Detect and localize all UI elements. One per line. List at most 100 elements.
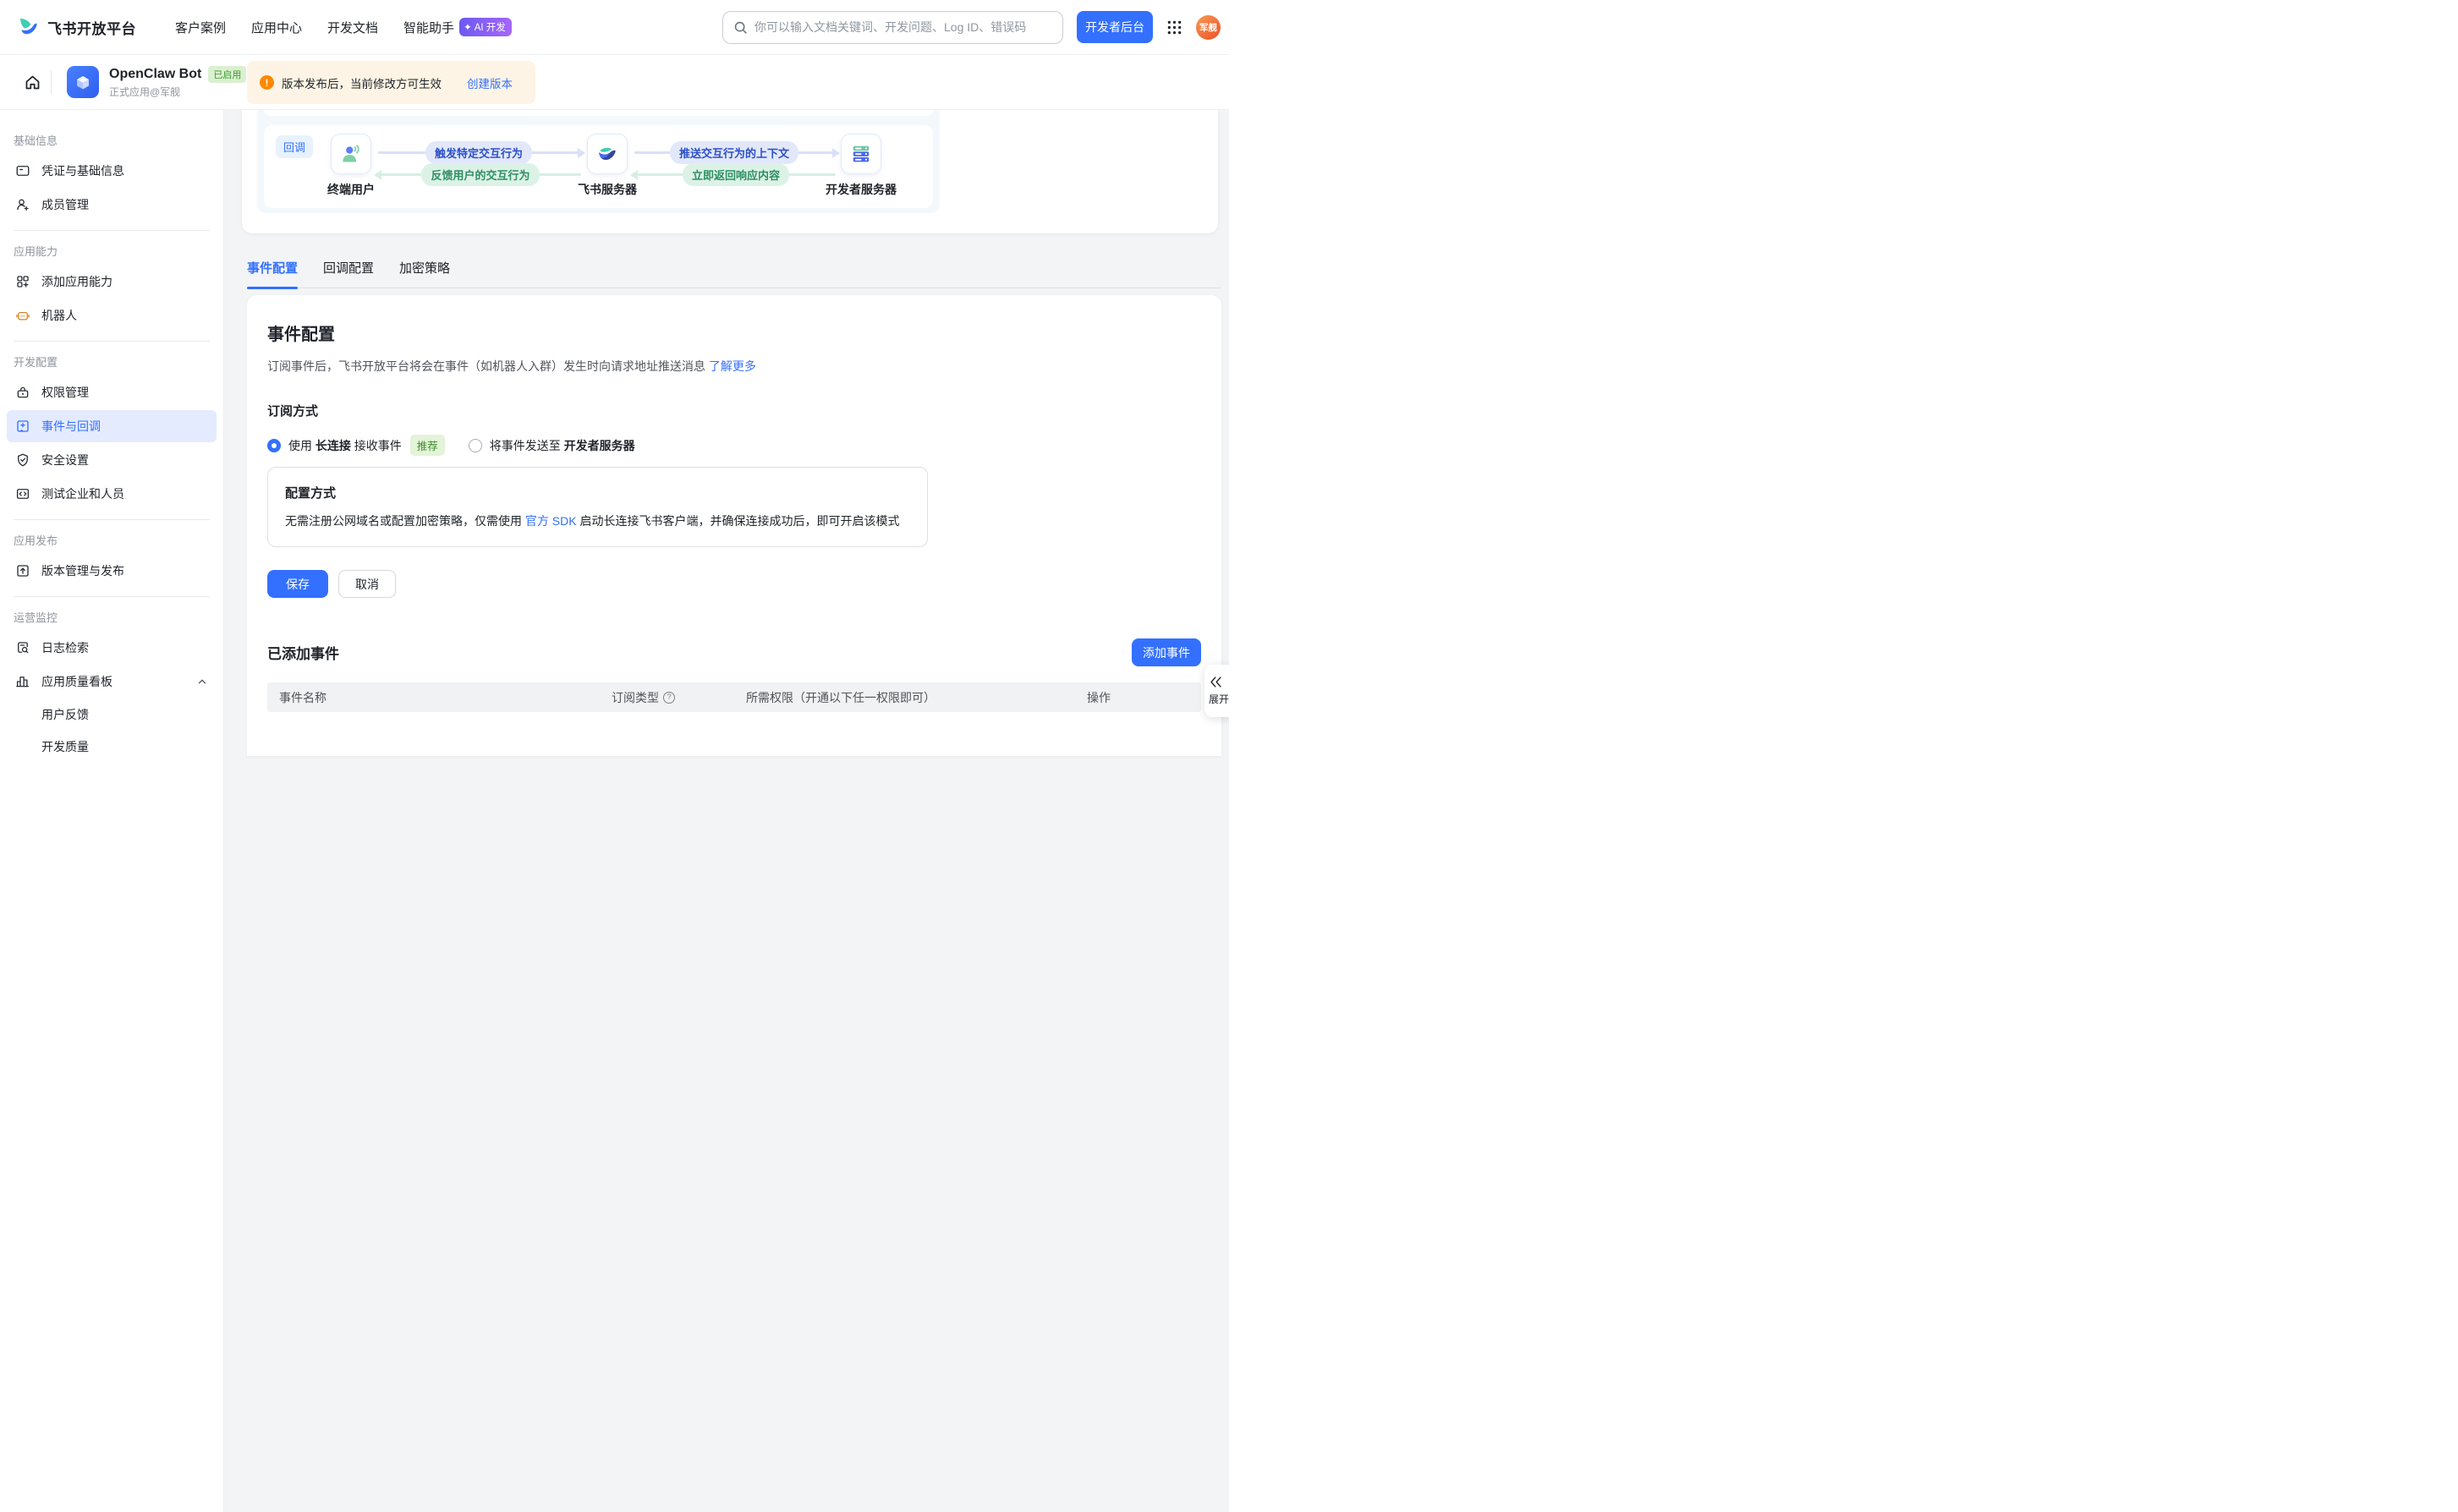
permission-icon: [15, 385, 30, 400]
members-icon: [15, 197, 30, 212]
sidebar-item-quality-dashboard[interactable]: 应用质量看板: [7, 666, 217, 698]
events-table-header: 事件名称 订阅类型 ? 所需权限（开通以下任一权限即可） 操作: [267, 682, 1201, 712]
arrow-return-response: 立即返回响应内容: [636, 173, 836, 176]
column-required-permissions: 所需权限（开通以下任一权限即可）: [746, 689, 1087, 706]
search-icon: [733, 20, 748, 35]
feishu-server-icon: [587, 134, 628, 174]
app-header: OpenClaw Bot 已启用 正式应用@军舰 ! 版本发布后，当前修改方可生…: [0, 55, 1229, 110]
ai-dev-badge[interactable]: ✦AI 开发: [459, 18, 512, 36]
column-actions: 操作: [1087, 689, 1201, 706]
config-tabs: 事件配置 回调配置 加密策略: [247, 259, 1221, 288]
nav-app-center[interactable]: 应用中心: [251, 19, 302, 36]
event-diagram-row-cutoff: [264, 110, 933, 116]
section-dev-config: 开发配置: [14, 353, 210, 370]
subscription-mode-title: 订阅方式: [267, 402, 1201, 419]
version-release-icon: [15, 563, 30, 578]
divider: [14, 230, 210, 231]
sidebar-item-security[interactable]: 安全设置: [7, 444, 217, 476]
tab-event-config[interactable]: 事件配置: [247, 259, 298, 288]
app-icon[interactable]: [67, 66, 99, 98]
sidebar-item-members[interactable]: 成员管理: [7, 189, 217, 221]
search-input[interactable]: [754, 20, 1052, 34]
sparkle-icon: ✦: [464, 21, 472, 33]
quality-dashboard-icon: [15, 674, 30, 689]
end-user-icon: [331, 134, 371, 174]
sidebar-item-user-feedback[interactable]: 用户反馈: [7, 699, 217, 730]
official-sdk-link[interactable]: 官方 SDK: [525, 514, 577, 528]
end-user-label: 终端用户: [300, 181, 402, 198]
arrow-return-response-label: 立即返回响应内容: [683, 163, 789, 186]
sidebar-item-dev-quality[interactable]: 开发质量: [7, 731, 217, 762]
save-button[interactable]: 保存: [267, 570, 328, 598]
config-mode-title: 配置方式: [285, 484, 910, 501]
added-events-title: 已添加事件: [267, 642, 339, 663]
arrow-feedback: 反馈用户的交互行为: [380, 173, 581, 176]
section-ops-monitoring: 运营监控: [14, 609, 210, 625]
arrow-trigger: 触发特定交互行为: [378, 151, 579, 154]
content-area: 回调 终端用户 飞书服务器: [224, 110, 1229, 1512]
add-event-button[interactable]: 添加事件: [1132, 638, 1201, 666]
sidebar-item-credentials[interactable]: 凭证与基础信息: [7, 155, 217, 187]
sidebar-item-permissions[interactable]: 权限管理: [7, 376, 217, 408]
recommended-badge: 推荐: [410, 435, 445, 456]
add-capability-icon: [15, 274, 30, 289]
empty-state: [267, 736, 1201, 756]
column-event-name: 事件名称: [267, 689, 612, 706]
tab-encryption-strategy[interactable]: 加密策略: [399, 259, 450, 288]
sidebar: 基础信息 凭证与基础信息 成员管理 应用能力 添加应用能力: [0, 110, 224, 1512]
feishu-server-label: 飞书服务器: [557, 181, 658, 198]
developer-server-label: 开发者服务器: [810, 181, 912, 198]
test-company-icon: [15, 486, 30, 501]
config-mode-text: 无需注册公网域名或配置加密策略，仅需使用 官方 SDK 启动长连接飞书客户端，并…: [285, 512, 910, 530]
avatar[interactable]: 军舰: [1196, 15, 1221, 40]
developer-server-icon: [841, 134, 881, 174]
callback-diagram-row: 回调 终端用户 飞书服务器: [264, 125, 933, 208]
radio-developer-server[interactable]: [469, 439, 482, 452]
cancel-button[interactable]: 取消: [338, 570, 396, 598]
sidebar-item-add-capability[interactable]: 添加应用能力: [7, 266, 217, 298]
question-icon[interactable]: ?: [663, 692, 675, 704]
create-version-link[interactable]: 创建版本: [467, 74, 513, 91]
divider: [14, 596, 210, 597]
section-app-capability: 应用能力: [14, 243, 210, 259]
tab-callback-config[interactable]: 回调配置: [323, 259, 374, 288]
divider: [14, 519, 210, 520]
divider: [14, 341, 210, 342]
collapse-double-chevron-icon: [1209, 676, 1223, 688]
chevron-up-icon[interactable]: [196, 676, 208, 688]
security-shield-icon: [15, 452, 30, 468]
arrow-trigger-label: 触发特定交互行为: [425, 141, 532, 164]
sidebar-item-bot[interactable]: 机器人: [7, 299, 217, 331]
brand-title: 飞书开放平台: [47, 17, 136, 38]
nav-dev-docs[interactable]: 开发文档: [327, 19, 378, 36]
warning-icon: !: [260, 75, 274, 90]
arrow-push-context: 推送交互行为的上下文: [634, 151, 834, 154]
event-callback-icon: [15, 419, 30, 434]
sidebar-item-events-callbacks[interactable]: 事件与回调: [7, 410, 217, 442]
home-icon[interactable]: [19, 68, 46, 96]
empty-state-illustration: [671, 736, 798, 756]
grid-apps-icon[interactable]: [1166, 19, 1182, 36]
callback-diagram-card: 回调 终端用户 飞书服务器: [242, 110, 1218, 233]
expand-panel-button[interactable]: 展开: [1204, 665, 1229, 717]
brand[interactable]: 飞书开放平台: [17, 16, 136, 39]
event-config-card: 事件配置 订阅事件后，飞书开放平台将会在事件（如机器人入群）发生时向请求地址推送…: [247, 295, 1221, 756]
nav-ai-assistant[interactable]: 智能助手 ✦AI 开发: [403, 18, 512, 36]
top-navbar: 飞书开放平台 客户案例 应用中心 开发文档 智能助手 ✦AI 开发 开发者后台: [0, 0, 1229, 55]
page-description: 订阅事件后，飞书开放平台将会在事件（如机器人入群）发生时向请求地址推送消息 了解…: [267, 358, 1201, 375]
global-search[interactable]: [722, 11, 1063, 44]
credential-icon: [15, 163, 30, 178]
column-subscription-type: 订阅类型 ?: [612, 689, 746, 706]
nav-customer-cases[interactable]: 客户案例: [175, 19, 226, 36]
status-badge: 已启用: [208, 66, 246, 83]
radio-long-connection[interactable]: [267, 439, 281, 452]
sidebar-item-test-company[interactable]: 测试企业和人员: [7, 478, 217, 510]
developer-console-button[interactable]: 开发者后台: [1077, 11, 1153, 43]
diagram-panel: 回调 终端用户 飞书服务器: [257, 110, 940, 213]
warning-text: 版本发布后，当前修改方可生效: [282, 74, 442, 91]
learn-more-link[interactable]: 了解更多: [709, 359, 756, 373]
arrow-feedback-label: 反馈用户的交互行为: [421, 163, 539, 186]
app-name: OpenClaw Bot: [109, 67, 201, 82]
sidebar-item-version-release[interactable]: 版本管理与发布: [7, 555, 217, 587]
sidebar-item-log-search[interactable]: 日志检索: [7, 632, 217, 664]
